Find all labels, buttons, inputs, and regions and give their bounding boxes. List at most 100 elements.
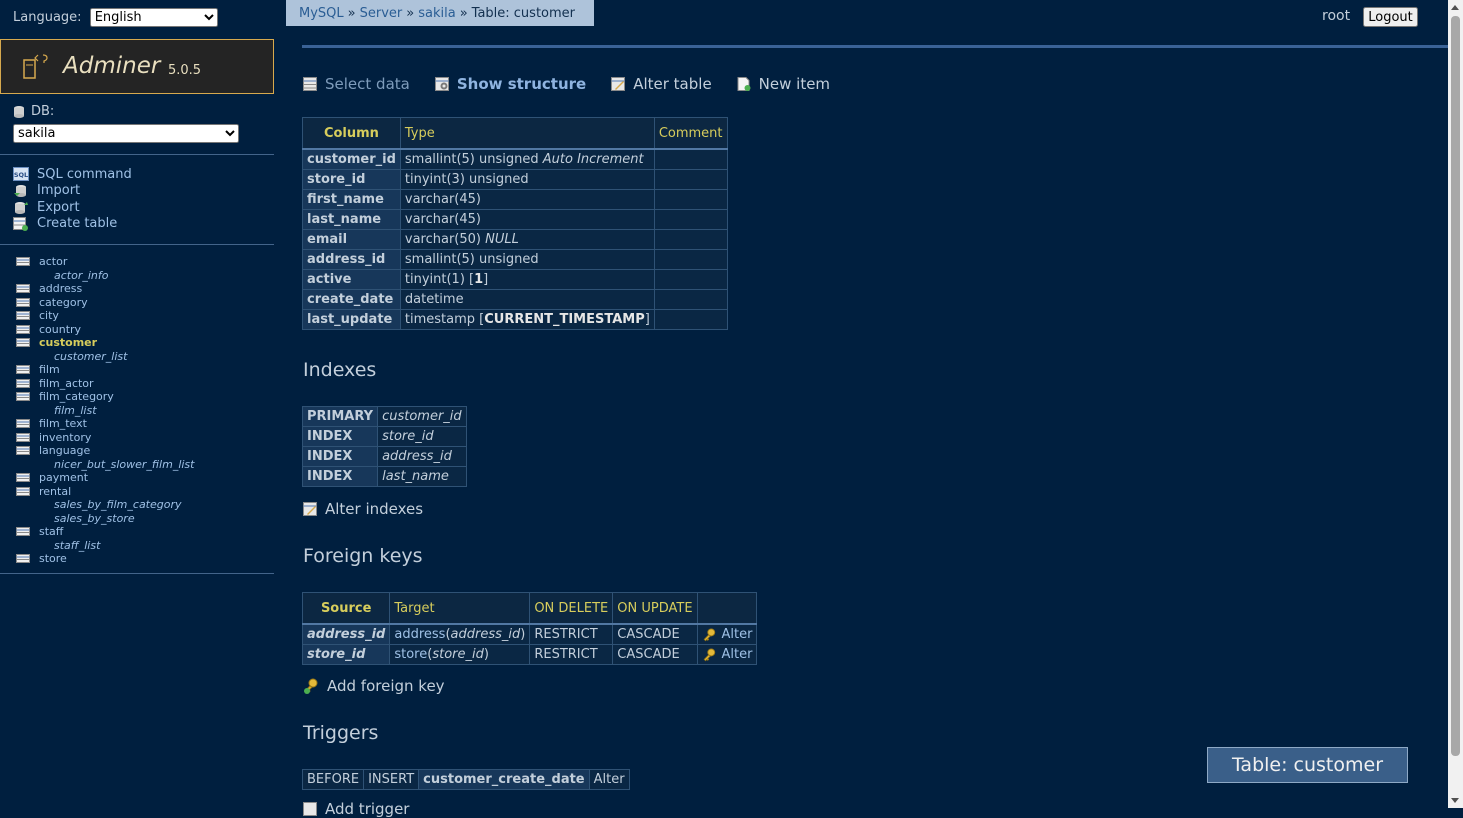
table-icon[interactable] <box>16 365 30 375</box>
table-name-link[interactable]: nicer_but_slower_film_list <box>54 458 194 471</box>
alter-table-label[interactable]: Alter table <box>633 75 711 93</box>
create-table-label[interactable]: Create table <box>37 216 117 231</box>
sidebar-table-item[interactable]: film_actor <box>16 377 194 391</box>
table-icon[interactable] <box>16 324 30 334</box>
table-name-link[interactable]: actor <box>39 255 67 268</box>
export-link[interactable]: Export <box>13 199 132 216</box>
table-icon[interactable] <box>16 446 30 456</box>
table-name-link[interactable]: customer <box>39 336 97 349</box>
new-item-link[interactable]: New item <box>737 75 830 93</box>
brand-name[interactable]: Adminer <box>63 53 160 79</box>
sidebar-view-item[interactable]: sales_by_film_category <box>16 498 194 512</box>
page-scrollbar[interactable] <box>1448 0 1463 808</box>
sidebar-table-item[interactable]: film_text <box>16 417 194 431</box>
table-icon[interactable] <box>16 338 30 348</box>
db-select[interactable]: sakila <box>13 124 239 143</box>
table-name-link[interactable]: inventory <box>39 431 91 444</box>
breadcrumb-db[interactable]: sakila <box>418 6 455 21</box>
table-icon[interactable] <box>16 297 30 307</box>
scroll-down-arrow-icon[interactable] <box>1451 798 1459 803</box>
fk-target-table-link[interactable]: address <box>394 627 445 642</box>
import-label[interactable]: Import <box>37 183 80 198</box>
sidebar-table-item[interactable]: category <box>16 296 194 310</box>
sidebar-view-item[interactable]: staff_list <box>16 539 194 553</box>
table-name-link[interactable]: film_category <box>39 390 114 403</box>
sidebar-view-item[interactable]: film_list <box>16 404 194 418</box>
table-icon[interactable] <box>16 554 30 564</box>
import-link[interactable]: Import <box>13 183 132 200</box>
sidebar-table-item[interactable]: film <box>16 363 194 377</box>
sql-command-label[interactable]: SQL command <box>37 167 132 182</box>
show-structure-link[interactable]: Show structure <box>434 75 586 93</box>
table-name-link[interactable]: category <box>39 296 88 309</box>
sidebar-table-item[interactable]: language <box>16 444 194 458</box>
table-name-link[interactable]: sales_by_store <box>54 512 135 525</box>
fk-alter-cell[interactable]: Alter <box>696 644 758 665</box>
breadcrumb-mysql[interactable]: MySQL <box>299 6 344 21</box>
language-select[interactable]: English <box>89 8 218 27</box>
table-icon[interactable] <box>16 473 30 483</box>
sidebar-table-item[interactable]: address <box>16 282 194 296</box>
sidebar-table-item[interactable]: city <box>16 309 194 323</box>
table-name-link[interactable]: address <box>39 282 82 295</box>
trigger-alter-link[interactable]: Alter <box>588 769 630 790</box>
table-icon[interactable] <box>16 311 30 321</box>
table-icon[interactable] <box>16 284 30 294</box>
scroll-up-arrow-icon[interactable] <box>1451 5 1459 10</box>
export-label[interactable]: Export <box>37 200 80 215</box>
add-foreign-key-link[interactable]: Add foreign key <box>303 677 445 695</box>
table-name-link[interactable]: film <box>39 363 60 376</box>
sidebar-table-item[interactable]: rental <box>16 485 194 499</box>
table-icon[interactable] <box>16 527 30 537</box>
table-icon[interactable] <box>16 419 30 429</box>
alter-indexes-label[interactable]: Alter indexes <box>325 500 423 518</box>
fk-target-table-link[interactable]: store <box>394 647 427 662</box>
table-name-link[interactable]: customer_list <box>54 350 127 363</box>
logout-button[interactable]: Logout <box>1363 7 1418 27</box>
table-name-link[interactable]: sales_by_film_category <box>54 498 182 511</box>
table-name-link[interactable]: payment <box>39 471 88 484</box>
sidebar-view-item[interactable]: sales_by_store <box>16 512 194 526</box>
sql-command-link[interactable]: SQL SQL command <box>13 166 132 183</box>
table-icon[interactable] <box>16 378 30 388</box>
sidebar-table-item[interactable]: inventory <box>16 431 194 445</box>
new-item-label[interactable]: New item <box>759 75 830 93</box>
table-name-link[interactable]: country <box>39 323 81 336</box>
sidebar-table-item[interactable]: payment <box>16 471 194 485</box>
table-name-link[interactable]: city <box>39 309 59 322</box>
table-name-link[interactable]: film_list <box>54 404 97 417</box>
scrollbar-thumb[interactable] <box>1451 16 1460 756</box>
alter-table-link[interactable]: Alter table <box>611 75 712 93</box>
table-name-link[interactable]: staff_list <box>54 539 100 552</box>
table-name-link[interactable]: staff <box>39 525 63 538</box>
sidebar-table-item[interactable]: staff <box>16 525 194 539</box>
table-icon[interactable] <box>16 486 30 496</box>
fk-alter-link[interactable]: Alter <box>722 627 753 642</box>
sidebar-view-item[interactable]: customer_list <box>16 350 194 364</box>
select-data-label[interactable]: Select data <box>325 75 410 93</box>
add-trigger-label[interactable]: Add trigger <box>325 800 409 818</box>
sidebar-view-item[interactable]: nicer_but_slower_film_list <box>16 458 194 472</box>
table-name-link[interactable]: store <box>39 552 67 565</box>
sidebar-table-item[interactable]: store <box>16 552 194 566</box>
table-icon[interactable] <box>16 392 30 402</box>
sidebar-table-item[interactable]: film_category <box>16 390 194 404</box>
sidebar-table-item[interactable]: country <box>16 323 194 337</box>
sidebar-view-item[interactable]: actor_info <box>16 269 194 283</box>
table-name-link[interactable]: actor_info <box>54 269 108 282</box>
add-trigger-link[interactable]: Add trigger <box>303 800 409 818</box>
sidebar-table-item[interactable]: actor <box>16 255 194 269</box>
breadcrumb-server[interactable]: Server <box>360 6 403 21</box>
alter-indexes-link[interactable]: Alter indexes <box>303 500 423 518</box>
fk-alter-link[interactable]: Alter <box>722 647 753 662</box>
table-icon[interactable] <box>16 257 30 267</box>
table-name-link[interactable]: language <box>39 444 90 457</box>
sidebar-table-item[interactable]: customer <box>16 336 194 350</box>
show-structure-label[interactable]: Show structure <box>457 75 586 93</box>
table-name-link[interactable]: film_text <box>39 417 87 430</box>
add-foreign-key-label[interactable]: Add foreign key <box>327 677 445 695</box>
table-icon[interactable] <box>16 432 30 442</box>
table-name-link[interactable]: rental <box>39 485 71 498</box>
table-name-link[interactable]: film_actor <box>39 377 94 390</box>
select-data-link[interactable]: Select data <box>303 75 410 93</box>
